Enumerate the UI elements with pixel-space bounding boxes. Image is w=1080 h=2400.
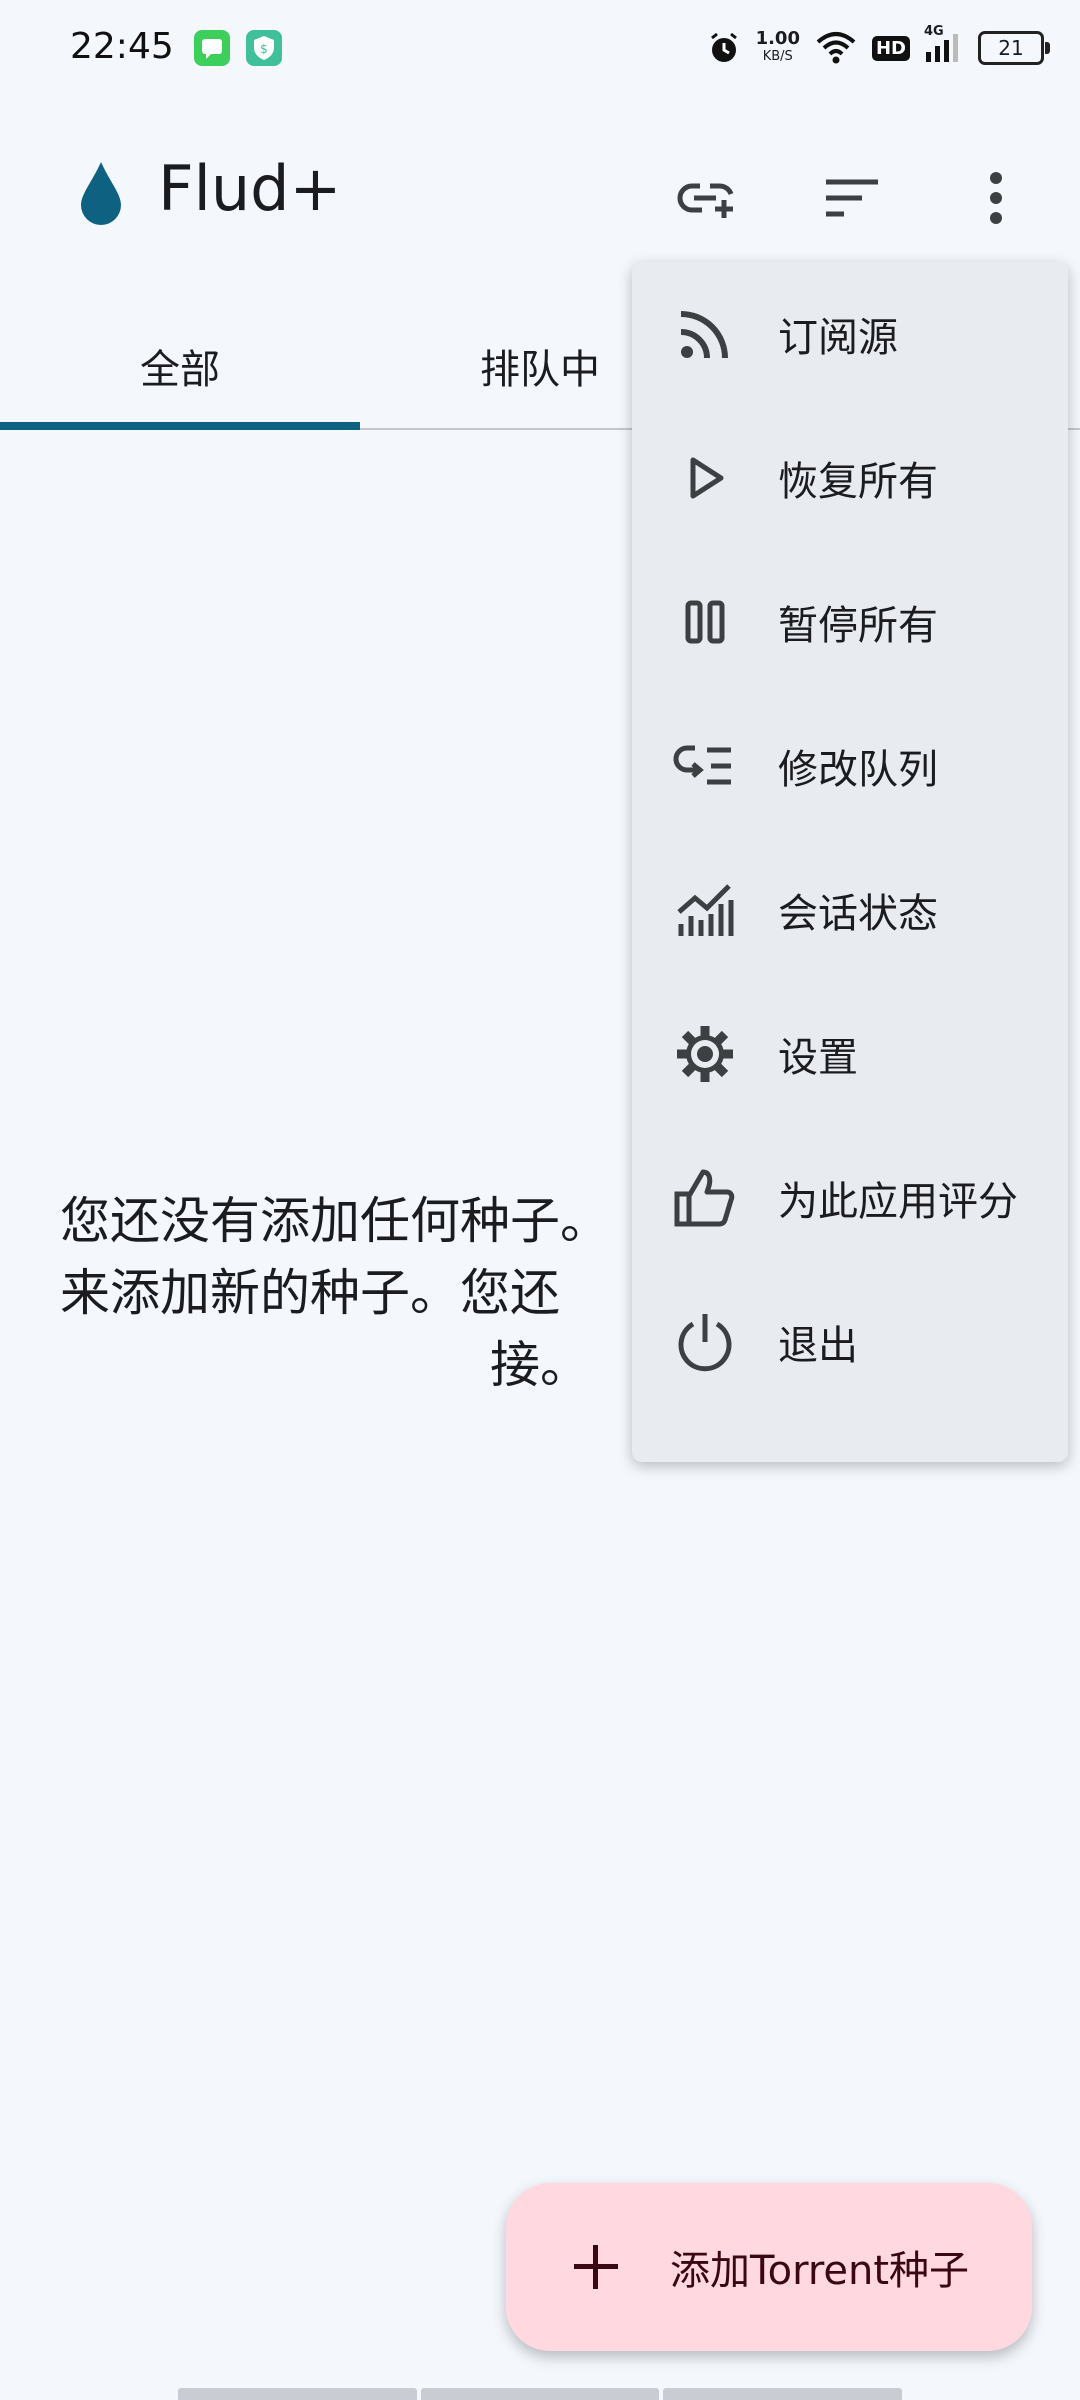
menu-item-resume-all[interactable]: 恢复所有 [632,406,1068,550]
menu-item-label: 设置 [778,1035,858,1081]
alarm-icon [706,30,742,66]
gear-icon [670,1019,740,1089]
add-torrent-label: 添加Torrent种子 [670,2248,970,2294]
more-vert-icon [986,171,1006,229]
sort-button[interactable] [804,152,900,248]
thumb-up-icon [670,1163,740,1233]
hd-badge: HD [871,35,910,61]
menu-item-label: 恢复所有 [778,459,938,505]
menu-item-label: 会话状态 [778,891,938,937]
queue-icon [670,731,740,801]
svg-text:$: $ [260,42,268,56]
menu-item-session-status[interactable]: 会话状态 [632,838,1068,982]
play-icon [670,443,740,513]
menu-item-exit[interactable]: 退出 [632,1270,1068,1414]
network-type-label: 4G [924,24,944,39]
tab-queued-label: 排队中 [480,347,600,393]
add-torrent-fab[interactable]: 添加Torrent种子 [506,2183,1032,2351]
status-icons: 1.00 KB/S HD 4G 21 [706,24,1050,70]
security-notification-icon: $ [246,30,282,66]
sort-icon [822,176,882,224]
app-bar: Flud+ [0,130,1080,260]
nav-handle-segment [178,2388,417,2400]
rss-feed-icon [670,299,740,369]
menu-item-label: 订阅源 [778,315,898,361]
plus-icon [566,2237,626,2297]
menu-item-label: 退出 [778,1323,858,1369]
network-speed-value: 1.00 [755,28,800,49]
status-time: 22:45 [70,26,174,67]
power-icon [670,1307,740,1377]
navigation-handle[interactable] [178,2388,903,2400]
menu-item-label: 修改队列 [778,747,938,793]
app-logo-icon [78,160,124,230]
add-link-icon [676,174,740,226]
tab-all-label: 全部 [140,347,220,393]
tab-all[interactable]: 全部 [0,300,360,432]
nav-handle-segment [420,2388,660,2400]
network-speed: 1.00 KB/S [756,30,800,66]
cellular-signal-icon: 4G [924,24,964,66]
menu-item-feeds[interactable]: 订阅源 [632,262,1068,406]
pause-icon [670,587,740,657]
menu-item-edit-queue[interactable]: 修改队列 [632,694,1068,838]
menu-item-label: 为此应用评分 [778,1179,1018,1225]
menu-item-settings[interactable]: 设置 [632,982,1068,1126]
messages-notification-icon [194,30,230,66]
wifi-icon [814,30,858,66]
network-speed-unit: KB/S [762,49,793,64]
hd-badge-label: HD [875,37,906,59]
menu-item-rate-app[interactable]: 为此应用评分 [632,1126,1068,1270]
battery-level: 21 [998,36,1024,60]
overflow-menu: 订阅源 恢复所有 暂停所有 修改队列 会话状态 设置 为此应用评分 退出 [632,262,1068,1462]
menu-item-label: 暂停所有 [778,603,938,649]
battery-indicator: 21 [978,31,1050,65]
stats-icon [670,875,740,945]
nav-handle-segment [663,2388,903,2400]
status-bar: 22:45 $ 1.00 KB/S HD 4G 21 [0,0,1080,96]
tab-selected-indicator [0,422,360,430]
more-options-button[interactable] [948,152,1044,248]
menu-item-pause-all[interactable]: 暂停所有 [632,550,1068,694]
app-title: Flud+ [158,152,342,225]
add-link-button[interactable] [660,152,756,248]
